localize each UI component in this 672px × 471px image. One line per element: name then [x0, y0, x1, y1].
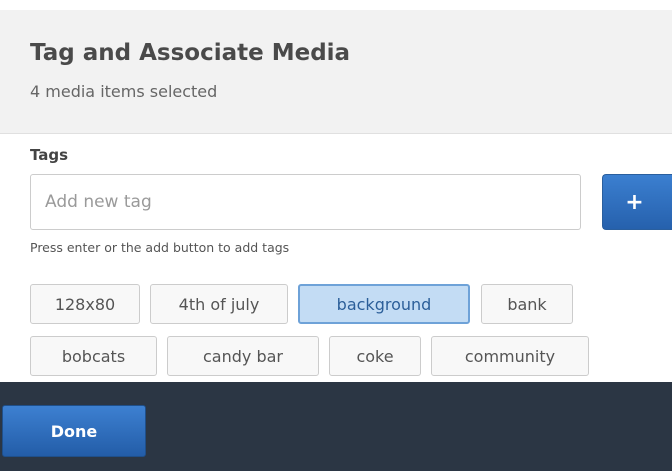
dialog-subtitle: 4 media items selected: [30, 82, 218, 101]
dialog-footer: Done: [0, 382, 672, 471]
plus-icon: +: [625, 189, 644, 215]
dialog-header: Tag and Associate Media 4 media items se…: [0, 10, 672, 134]
tag-chip-4th-of-july[interactable]: 4th of july: [150, 284, 288, 324]
tags-label: Tags: [30, 146, 69, 164]
tag-chip-bank[interactable]: bank: [481, 284, 573, 324]
tag-chip-background[interactable]: background: [298, 284, 470, 324]
tag-chip-coke[interactable]: coke: [329, 336, 421, 376]
help-text: Press enter or the add button to add tag…: [30, 240, 290, 255]
dialog-body: Tags + Press enter or the add button to …: [0, 134, 672, 382]
tag-chip-bobcats[interactable]: bobcats: [30, 336, 157, 376]
top-strip: [0, 0, 672, 10]
dialog-title: Tag and Associate Media: [30, 40, 351, 66]
add-tag-button[interactable]: +: [602, 174, 672, 230]
tag-chip-candy-bar[interactable]: candy bar: [167, 336, 319, 376]
tag-input[interactable]: [30, 174, 581, 230]
tag-chip-128x80[interactable]: 128x80: [30, 284, 140, 324]
tag-chip-community[interactable]: community: [431, 336, 589, 376]
done-button[interactable]: Done: [2, 405, 146, 457]
